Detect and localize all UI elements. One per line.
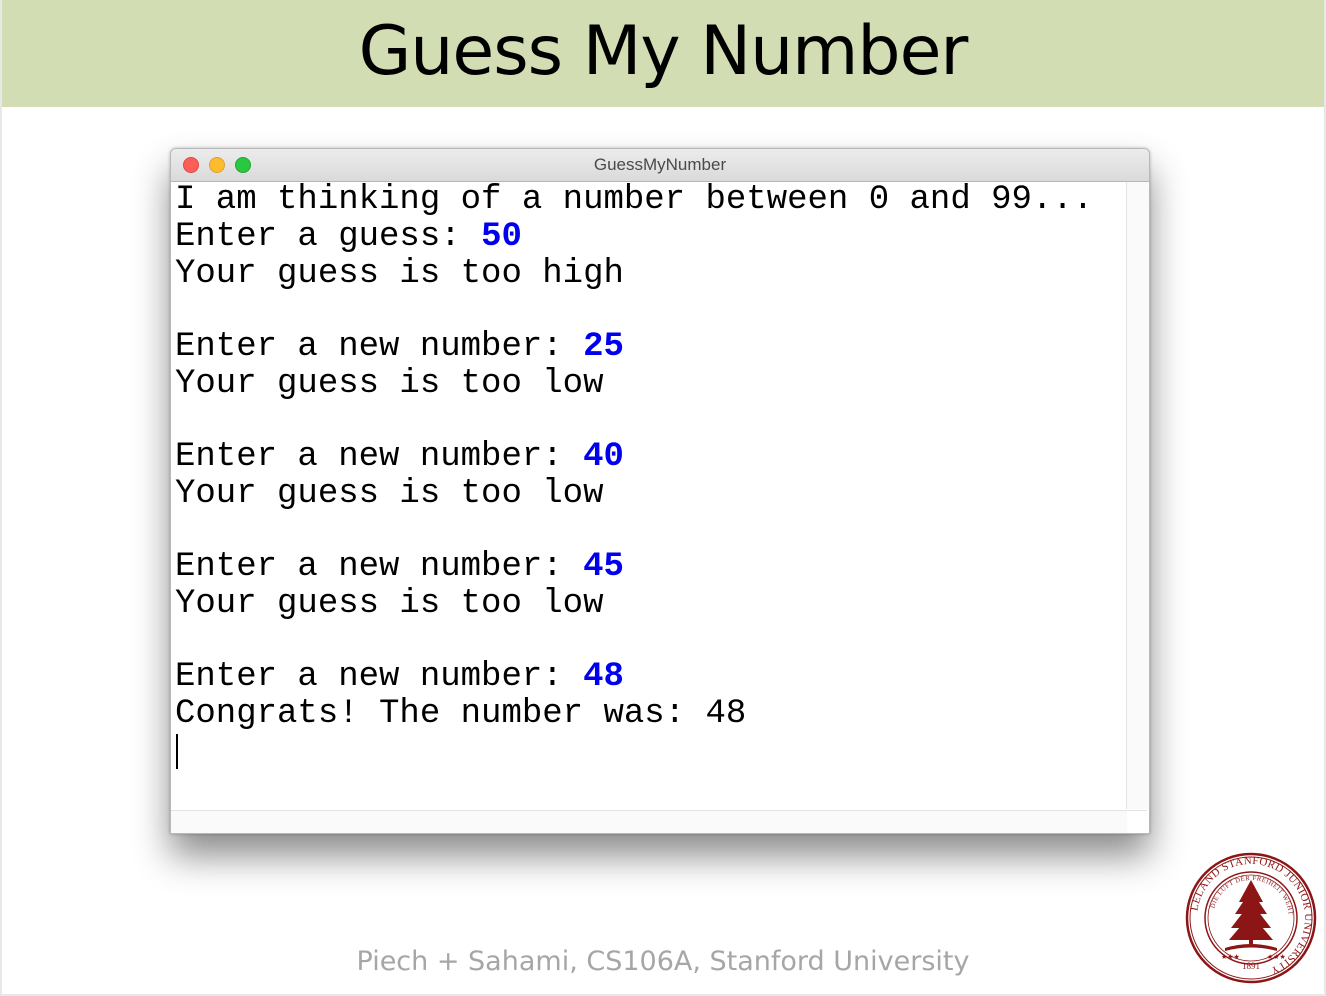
prompt-text: Enter a new number: xyxy=(175,328,584,366)
prompt-text: Enter a new number: xyxy=(175,658,584,696)
console-response-line: Your guess is too high xyxy=(175,255,624,293)
console-response-line: Your guess is too low xyxy=(175,365,604,403)
slide-title: Guess My Number xyxy=(358,12,969,91)
svg-text:1891: 1891 xyxy=(1242,961,1260,971)
console-response-line: Your guess is too low xyxy=(175,475,604,513)
slide-footer: Piech + Sahami, CS106A, Stanford Univers… xyxy=(356,946,970,977)
svg-text:★★★: ★★★ xyxy=(1267,953,1286,961)
console-congrats-line: Congrats! The number was: 48 xyxy=(175,695,747,733)
user-input-value: 25 xyxy=(583,328,624,366)
console-prompt-line: Enter a new number: 45 xyxy=(175,549,624,585)
app-window: GuessMyNumber I am thinking of a number … xyxy=(170,148,1150,834)
user-input-value: 40 xyxy=(583,438,624,476)
scroll-corner xyxy=(1127,811,1149,833)
user-input-value: 48 xyxy=(583,658,624,696)
console-prompt-line: Enter a guess: 50 xyxy=(175,219,522,255)
stanford-seal-icon: LELAND STANFORD JUNIOR UNIVERSITY DIE LU… xyxy=(1185,852,1317,984)
text-cursor xyxy=(176,734,178,769)
console-prompt-line: Enter a new number: 40 xyxy=(175,439,624,475)
console-prompt-line: Enter a new number: 48 xyxy=(175,659,624,695)
prompt-text: Enter a new number: xyxy=(175,438,584,476)
title-band: Guess My Number xyxy=(2,0,1324,107)
console-prompt-line: Enter a new number: 25 xyxy=(175,329,624,365)
user-input-value: 45 xyxy=(583,548,624,586)
window-title: GuessMyNumber xyxy=(593,155,727,174)
console-intro-line: I am thinking of a number between 0 and … xyxy=(175,182,1094,219)
prompt-text: Enter a new number: xyxy=(175,548,584,586)
slide: Guess My Number GuessMyNumber I am think… xyxy=(2,0,1324,994)
svg-text:★★★: ★★★ xyxy=(1221,953,1240,961)
prompt-text: Enter a guess: xyxy=(175,218,482,256)
user-input-value: 50 xyxy=(481,218,522,256)
window-titlebar[interactable]: GuessMyNumber xyxy=(171,149,1149,182)
console-output[interactable]: I am thinking of a number between 0 and … xyxy=(173,182,1124,809)
console-response-line: Your guess is too low xyxy=(175,585,604,623)
vertical-scrollbar[interactable] xyxy=(1126,182,1149,809)
horizontal-scrollbar[interactable] xyxy=(171,810,1147,833)
